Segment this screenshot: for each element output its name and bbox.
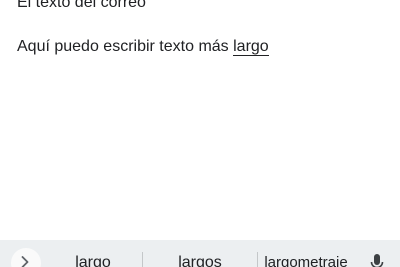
chevron-right-icon (21, 256, 29, 267)
suggestion-divider (142, 252, 143, 267)
message-text-line-1: El texto del correo (17, 0, 146, 11)
microphone-icon[interactable] (370, 254, 384, 267)
message-body[interactable]: El texto del correo Aquí puedo escribir … (0, 0, 400, 240)
message-text-line-2: Aquí puedo escribir texto más largo (17, 36, 269, 58)
suggestion-item[interactable]: largometraje (256, 254, 356, 267)
suggestion-item[interactable]: largo (48, 254, 138, 267)
text-prefix: Aquí puedo escribir texto más (17, 38, 234, 55)
suggestion-item[interactable]: largos (150, 254, 250, 267)
keyboard-suggestion-bar: largo largos largometraje (0, 240, 400, 267)
expand-suggestions-button[interactable] (11, 248, 41, 267)
composing-word: largo (233, 38, 269, 56)
